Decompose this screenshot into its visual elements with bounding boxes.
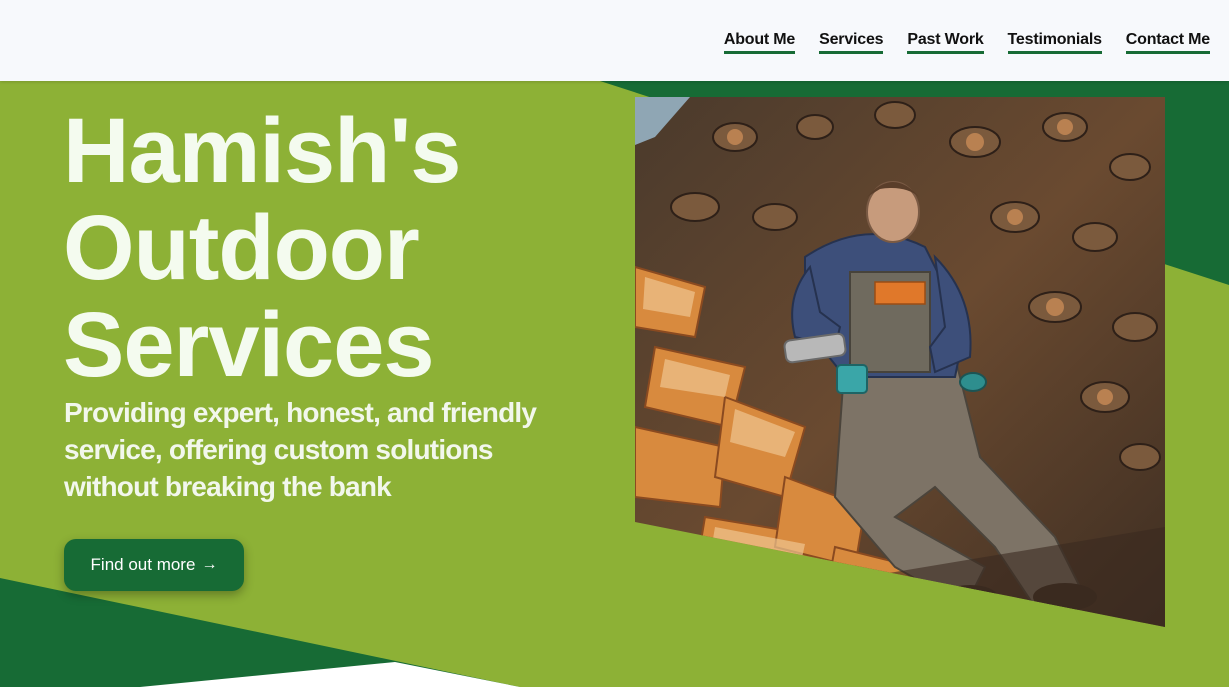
page: About Me Services Past Work Testimonials… (0, 0, 1229, 687)
find-out-more-label: Find out more (90, 555, 196, 574)
nav-past-work[interactable]: Past Work (907, 31, 984, 54)
hero-title-line-3: Services (63, 294, 435, 396)
main-nav: About Me Services Past Work Testimonials… (723, 31, 1210, 54)
arrow-right-icon: → (201, 556, 218, 573)
nav-testimonials[interactable]: Testimonials (1007, 31, 1102, 54)
site-header: About Me Services Past Work Testimonials… (0, 0, 1229, 81)
nav-services[interactable]: Services (819, 31, 884, 54)
nav-about-me[interactable]: About Me (723, 31, 795, 54)
find-out-more-button[interactable]: Find out more → (64, 539, 244, 591)
bottom-left-dark-wedge (0, 578, 520, 687)
nav-contact-me[interactable]: Contact Me (1125, 31, 1210, 54)
hero-subtitle: Providing expert, honest, and friendly s… (64, 397, 537, 502)
hero-title-line-2: Outdoor (63, 197, 420, 299)
hero-photo (635, 97, 1165, 627)
hero-title-line-1: Hamish's (63, 100, 461, 202)
hero-title: Hamish's Outdoor Services (63, 100, 461, 396)
